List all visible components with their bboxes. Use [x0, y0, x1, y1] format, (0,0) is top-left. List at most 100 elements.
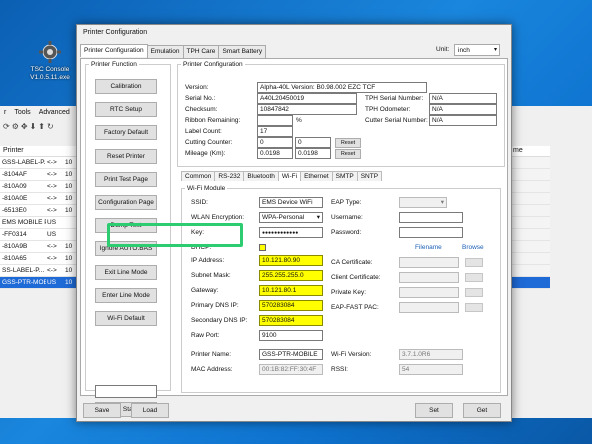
client-certificate-browse-button[interactable]: [465, 273, 483, 282]
cutting-counter-field-1[interactable]: 0: [257, 137, 293, 148]
username-field[interactable]: [399, 212, 463, 223]
tph-serial-field[interactable]: N/A: [429, 93, 497, 104]
load-button[interactable]: Load: [131, 403, 169, 418]
connection-type-cell: US: [47, 219, 57, 226]
ribbon-field[interactable]: [257, 115, 293, 126]
printer-name-field[interactable]: GSS-PTR-MOBILE: [259, 349, 323, 360]
upload-icon[interactable]: ⬆: [38, 122, 45, 132]
print-test-page-button[interactable]: Print Test Page: [95, 171, 157, 187]
connection-type-cell: <->: [47, 207, 57, 214]
table-row[interactable]: -810A09 <-> 10: [0, 181, 78, 193]
tab-printer-configuration[interactable]: Printer Configuration: [80, 44, 148, 57]
cutter-serial-field[interactable]: N/A: [429, 115, 497, 126]
refresh-2-icon[interactable]: ↻: [47, 122, 54, 132]
connection-type-cell: US: [47, 231, 57, 238]
connection-type-cell: US: [47, 279, 57, 286]
unit-select[interactable]: inch ▾: [454, 44, 500, 56]
wifi-default-button[interactable]: Wi-Fi Default: [95, 311, 157, 326]
right-cell: [510, 241, 550, 253]
configuration-page-button[interactable]: Configuration Page: [95, 195, 157, 210]
enter-line-mode-button[interactable]: Enter Line Mode: [95, 287, 157, 303]
reset-printer-button[interactable]: Reset Printer: [95, 148, 157, 164]
private-key-label: Private Key:: [331, 289, 367, 296]
subnet-mask-field[interactable]: 255.255.255.0: [259, 270, 323, 281]
tab-emulation[interactable]: Emulation: [146, 45, 184, 58]
calibration-button[interactable]: Calibration: [95, 79, 157, 94]
cutting-counter-label: Cutting Counter:: [185, 139, 233, 146]
private-key-field: [399, 287, 459, 298]
download-icon[interactable]: ⬇: [30, 122, 37, 132]
dhcp-checkbox[interactable]: [259, 244, 266, 251]
table-row[interactable]: SS-LABEL-P... <-> 10: [0, 265, 78, 277]
menu-item-tools[interactable]: Tools: [14, 109, 30, 117]
version-field[interactable]: Alpha-40L Version: B0.98.002 EZC TCF: [257, 82, 427, 93]
right-cell: [510, 157, 550, 169]
set-button[interactable]: Set: [415, 403, 453, 418]
table-row[interactable]: -810A9B <-> 10: [0, 241, 78, 253]
key-field[interactable]: ●●●●●●●●●●●●: [259, 227, 323, 238]
status-field[interactable]: [95, 385, 157, 398]
tab-smart-battery[interactable]: Smart Battery: [218, 45, 267, 58]
exit-line-mode-button[interactable]: Exit Line Mode: [95, 264, 157, 280]
save-button[interactable]: Save: [83, 403, 121, 418]
primary-dns-field[interactable]: 570283084: [259, 300, 323, 311]
table-row[interactable]: -8104AF <-> 10: [0, 169, 78, 181]
connection-type-cell: <->: [47, 183, 57, 190]
ip-address-field[interactable]: 10.121.80.90: [259, 255, 323, 266]
tsc-console-desktop-icon[interactable]: TSC Console V1.0.5.11.exe: [28, 40, 72, 82]
wlan-encryption-select[interactable]: WPA-Personal ▾: [259, 212, 323, 223]
eap-fast-pac-browse-button[interactable]: [465, 303, 483, 312]
eap-type-select[interactable]: ▾: [399, 197, 447, 208]
cutting-counter-field-2[interactable]: 0: [295, 137, 331, 148]
get-button[interactable]: Get: [463, 403, 501, 418]
label-count-label: Label Count:: [185, 128, 222, 135]
raw-port-field[interactable]: 9100: [259, 330, 323, 341]
settings-icon[interactable]: ⚙: [12, 122, 19, 132]
checksum-field[interactable]: 10847842: [257, 104, 357, 115]
tab-tph-care[interactable]: TPH Care: [182, 45, 220, 58]
menu-item-advanced[interactable]: Advanced: [39, 109, 70, 117]
serial-field[interactable]: A40L20450019: [257, 93, 357, 104]
subtab-bluetooth[interactable]: Bluetooth: [243, 171, 279, 181]
chevron-down-icon: ▾: [493, 47, 497, 53]
unit-value: inch: [458, 47, 470, 54]
rtc-setup-button[interactable]: RTC Setup: [95, 102, 157, 118]
table-row[interactable]: -810A65 <-> 10: [0, 253, 78, 265]
unit-label: Unit:: [436, 46, 450, 53]
private-key-browse-button[interactable]: [465, 288, 483, 297]
column-header-printer[interactable]: Printer: [0, 146, 78, 157]
column-header-name[interactable]: me: [510, 146, 550, 157]
subnet-mask-label: Subnet Mask:: [191, 272, 231, 279]
reset-cutting-button[interactable]: Reset: [335, 138, 361, 148]
gateway-field[interactable]: 10.121.80.1: [259, 285, 323, 296]
subtab-common[interactable]: Common: [181, 171, 216, 181]
printer-name-cell: -FF0314: [2, 231, 27, 238]
menu-item-file[interactable]: r: [4, 109, 6, 117]
factory-default-button[interactable]: Factory Default: [95, 125, 157, 141]
table-row[interactable]: -810A0E <-> 10: [0, 193, 78, 205]
table-row[interactable]: GSS-LABEL-P... <-> 10: [0, 157, 78, 169]
secondary-dns-field[interactable]: 570283084: [259, 315, 323, 326]
tph-odometer-field[interactable]: N/A: [429, 104, 497, 115]
subtab-wifi[interactable]: Wi-Fi: [277, 171, 302, 181]
table-row[interactable]: GSS-PTR-MOBI...US10: [0, 277, 78, 289]
table-row[interactable]: -6513E0 <-> 10: [0, 205, 78, 217]
move-icon[interactable]: ✥: [21, 122, 28, 132]
subtab-ethernet[interactable]: Ethernet: [300, 171, 333, 181]
printer-name-cell: -6513E0: [2, 207, 27, 214]
subtab-rs232[interactable]: RS-232: [214, 171, 245, 181]
reset-mileage-button[interactable]: Reset: [335, 149, 361, 159]
password-field[interactable]: [399, 227, 463, 238]
table-row[interactable]: EMS MOBILE P...US: [0, 217, 78, 229]
refresh-icon[interactable]: ⟳: [3, 122, 10, 132]
label-count-field[interactable]: 17: [257, 126, 293, 137]
subtab-sntp[interactable]: SNTP: [356, 171, 383, 181]
table-row[interactable]: -FF0314 US: [0, 229, 78, 241]
subtab-smtp[interactable]: SMTP: [331, 171, 358, 181]
mileage-field-2[interactable]: 0.0198: [295, 148, 331, 159]
gear-icon: [38, 40, 62, 64]
mileage-field-1[interactable]: 0.0198: [257, 148, 293, 159]
ca-certificate-browse-button[interactable]: [465, 258, 483, 267]
printer-name-cell: EMS MOBILE P...: [2, 219, 46, 226]
ssid-field[interactable]: EMS Device WiFi: [259, 197, 323, 208]
